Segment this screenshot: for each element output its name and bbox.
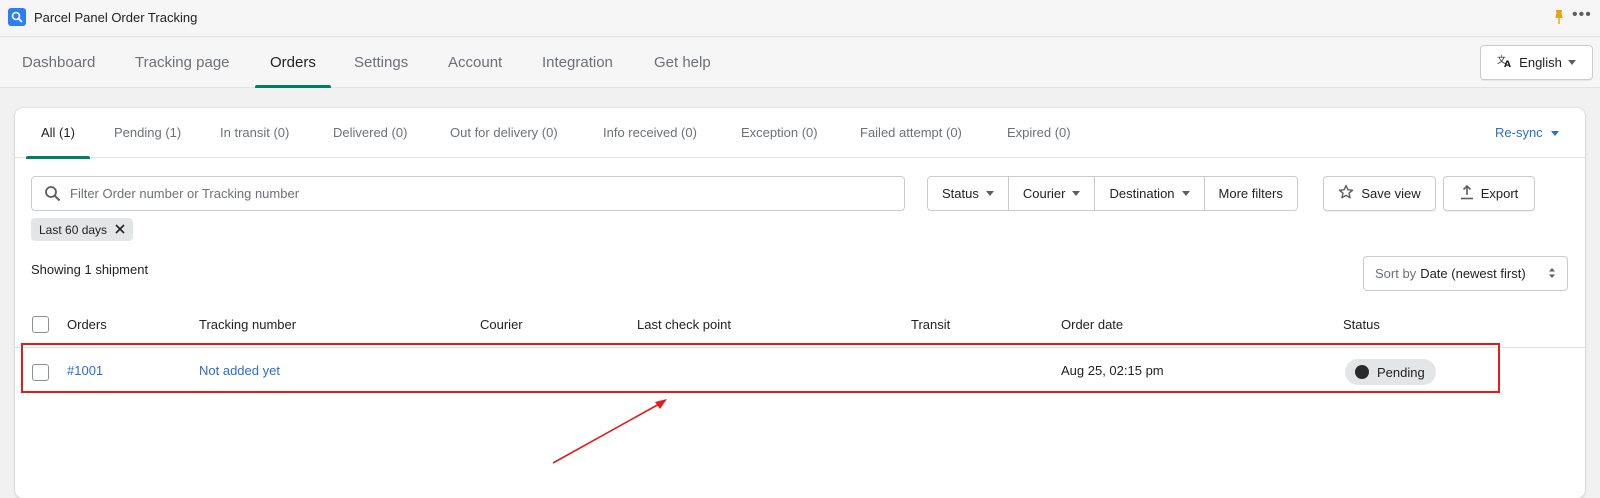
date-filter-chip-label: Last 60 days [39, 222, 108, 237]
nav-tab-tracking-page[interactable]: Tracking page [120, 38, 245, 88]
row-checkbox[interactable] [32, 364, 49, 381]
column-last-check-point: Last check point [637, 317, 731, 332]
courier-filter-label: Courier [1022, 186, 1066, 201]
sort-value: Date (newest first) [1420, 266, 1526, 281]
sort-prefix: Sort by [1375, 266, 1417, 281]
order-number-link[interactable]: #1001 [67, 363, 103, 378]
status-tabs: All (1) Pending (1) In transit (0) Deliv… [15, 108, 1585, 159]
nav-tab-account[interactable]: Account [433, 38, 517, 88]
save-view-button[interactable]: Save view [1323, 176, 1436, 211]
column-courier: Courier [480, 317, 523, 332]
table-row[interactable]: #1001 Not added yet Aug 25, 02:15 pm Pen… [15, 348, 1585, 396]
status-filter-label: Status [942, 186, 979, 201]
more-filters-button[interactable]: More filters [1205, 177, 1297, 210]
column-transit: Transit [911, 317, 951, 332]
chevron-down-icon [985, 191, 994, 196]
chevron-down-icon [1072, 191, 1081, 196]
tab-pending[interactable]: Pending (1) [99, 108, 196, 158]
chevron-down-icon [1551, 131, 1560, 137]
svg-text:A: A [1504, 60, 1511, 68]
star-icon [1338, 184, 1354, 203]
translate-icon: 文 A [1497, 54, 1513, 71]
status-badge: Pending [1345, 359, 1436, 385]
nav-tab-integration[interactable]: Integration [527, 38, 628, 88]
search-field[interactable] [31, 176, 905, 211]
nav-tab-get-help[interactable]: Get help [639, 38, 726, 88]
status-dot-icon [1355, 365, 1369, 379]
status-badge-label: Pending [1377, 364, 1425, 380]
tab-delivered[interactable]: Delivered (0) [318, 108, 422, 158]
nav-tab-dashboard[interactable]: Dashboard [7, 38, 110, 88]
status-filter-button[interactable]: Status [928, 177, 1009, 210]
date-filter-chip: Last 60 days [31, 218, 134, 241]
filter-button-group: Status Courier Destination More filters [927, 176, 1298, 211]
app-topbar: Parcel Panel Order Tracking ••• [0, 0, 1600, 37]
column-order-date: Order date [1061, 317, 1124, 332]
tracking-number-link[interactable]: Not added yet [199, 363, 280, 378]
select-arrows-icon [1548, 267, 1556, 282]
language-button[interactable]: 文 A English [1480, 45, 1593, 80]
nav-tab-settings[interactable]: Settings [339, 38, 423, 88]
main-nav: Dashboard Tracking page Orders Settings … [0, 38, 1600, 88]
resync-label: Re-sync [1495, 125, 1543, 140]
tab-failed-attempt[interactable]: Failed attempt (0) [845, 108, 977, 158]
export-button[interactable]: Export [1443, 176, 1535, 211]
annotation-arrow-icon [552, 399, 667, 464]
column-tracking-number: Tracking number [199, 317, 297, 332]
language-label: English [1519, 55, 1562, 70]
order-date-cell: Aug 25, 02:15 pm [1061, 363, 1164, 378]
export-label: Export [1480, 186, 1519, 201]
table-header: Orders Tracking number Courier Last chec… [15, 302, 1585, 348]
chevron-down-icon [1181, 191, 1190, 196]
tab-exception[interactable]: Exception (0) [726, 108, 833, 158]
chevron-down-icon [1567, 60, 1576, 65]
more-filters-label: More filters [1218, 186, 1283, 201]
select-all-checkbox[interactable] [32, 316, 49, 333]
resync-button[interactable]: Re-sync [1495, 108, 1560, 158]
save-view-label: Save view [1361, 186, 1421, 201]
orders-card: All (1) Pending (1) In transit (0) Deliv… [15, 108, 1585, 498]
tab-all[interactable]: All (1) [26, 108, 90, 159]
tab-in-transit[interactable]: In transit (0) [205, 108, 304, 158]
tab-expired[interactable]: Expired (0) [992, 108, 1086, 158]
destination-filter-button[interactable]: Destination [1095, 177, 1205, 210]
tab-info-received[interactable]: Info received (0) [588, 108, 712, 158]
close-icon[interactable] [115, 223, 125, 237]
column-status: Status [1343, 317, 1380, 332]
app-title: Parcel Panel Order Tracking [34, 10, 198, 25]
column-orders: Orders [67, 317, 107, 332]
nav-tab-orders[interactable]: Orders [255, 38, 331, 88]
magnifier-logo-icon [8, 8, 26, 26]
sort-select[interactable]: Sort by Date (newest first) [1363, 256, 1568, 291]
destination-filter-label: Destination [1109, 186, 1175, 201]
pin-icon[interactable] [1553, 9, 1565, 30]
shipment-count: Showing 1 shipment [31, 262, 149, 277]
courier-filter-button[interactable]: Courier [1009, 177, 1096, 210]
search-input[interactable] [70, 177, 890, 210]
more-options-icon[interactable]: ••• [1572, 6, 1592, 24]
export-icon [1460, 184, 1474, 203]
tab-out-for-delivery[interactable]: Out for delivery (0) [435, 108, 573, 158]
search-icon [44, 185, 61, 207]
